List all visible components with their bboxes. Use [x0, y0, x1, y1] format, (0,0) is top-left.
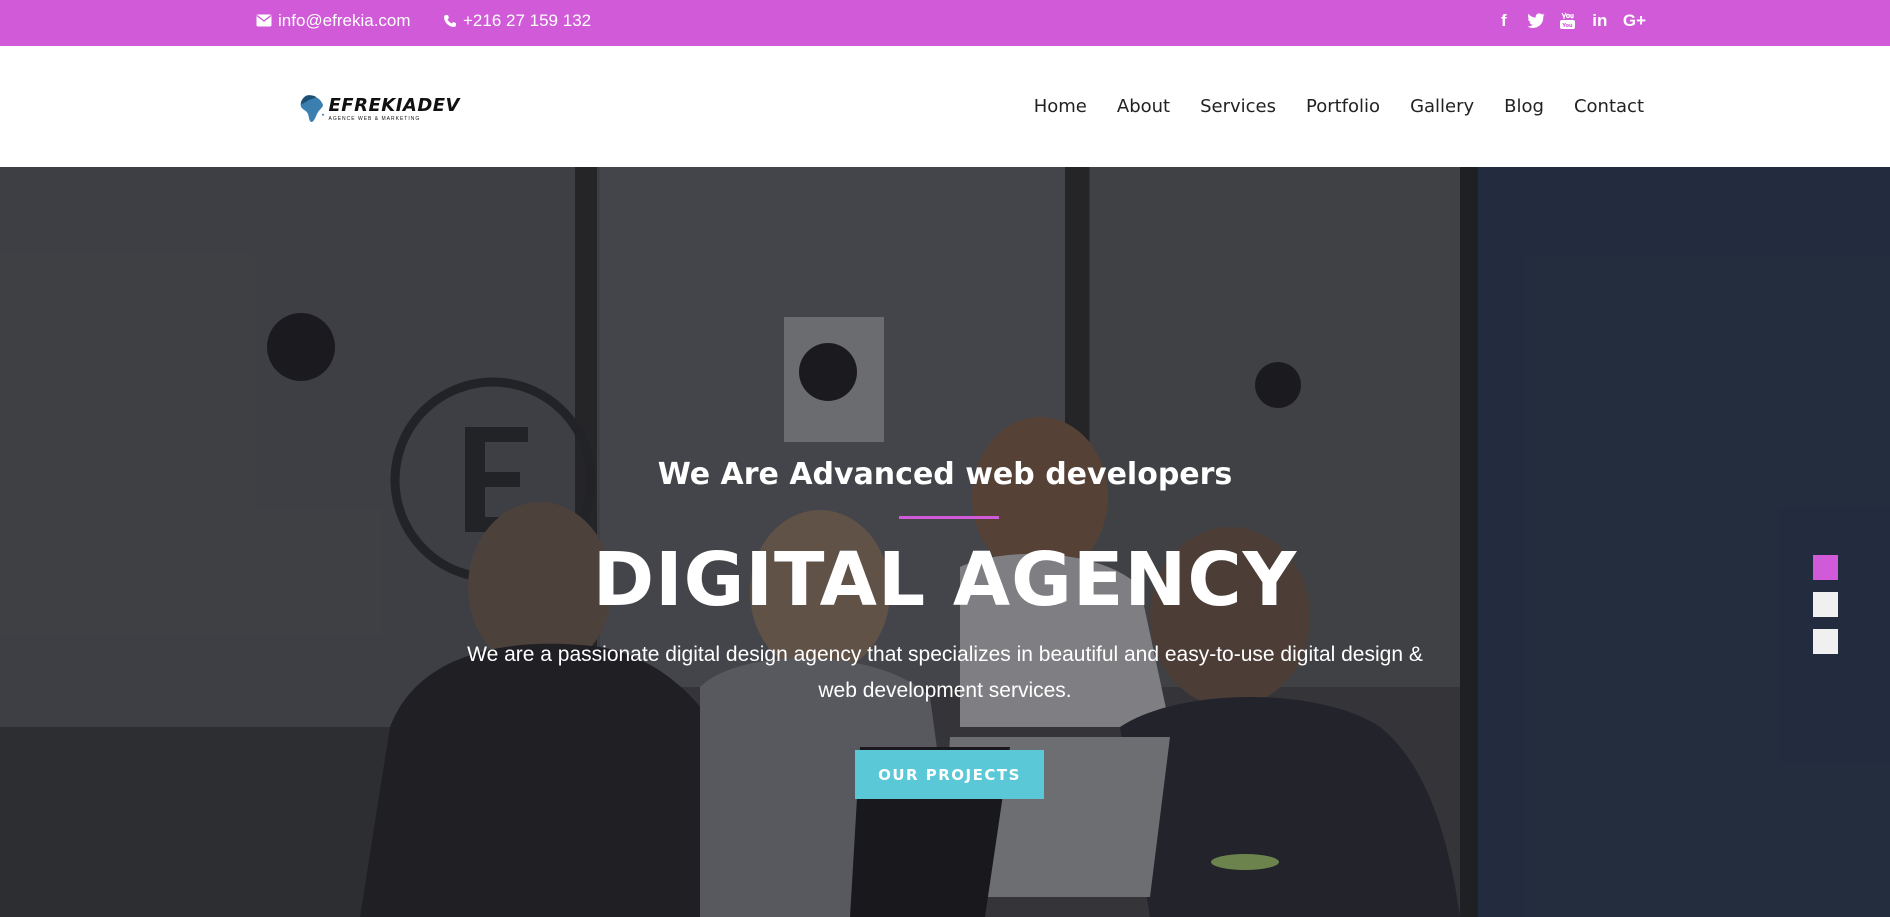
slide-dot-2[interactable]: [1813, 592, 1838, 617]
youtube-icon[interactable]: You: [1559, 11, 1577, 31]
slide-dot-3[interactable]: [1813, 629, 1838, 654]
google-plus-icon[interactable]: G+: [1623, 11, 1646, 31]
phone-icon: [444, 14, 456, 27]
slide-dot-1[interactable]: [1813, 555, 1838, 580]
site-logo[interactable]: EFREKIADEV AGENCE WEB & MARKETING: [300, 88, 460, 130]
nav-gallery[interactable]: Gallery: [1410, 96, 1474, 117]
nav-home[interactable]: Home: [1034, 96, 1087, 117]
hero-divider: [899, 516, 999, 519]
nav-services[interactable]: Services: [1200, 96, 1276, 117]
linkedin-icon[interactable]: in: [1591, 11, 1609, 31]
phone-link[interactable]: +216 27 159 132: [443, 0, 591, 41]
nav-blog[interactable]: Blog: [1504, 96, 1544, 117]
slider-pagination: [1813, 555, 1838, 654]
hero-content: We Are Advanced web developers DIGITAL A…: [0, 167, 1890, 917]
site-header: EFREKIADEV AGENCE WEB & MARKETING Home A…: [0, 46, 1890, 168]
twitter-icon[interactable]: [1527, 11, 1545, 31]
hero-title: DIGITAL AGENCY: [592, 537, 1298, 623]
phone-text: +216 27 159 132: [463, 10, 592, 30]
envelope-icon: [256, 14, 272, 27]
nav-contact[interactable]: Contact: [1574, 96, 1644, 117]
logo-name: EFREKIADEV: [328, 94, 460, 116]
africa-map-icon: [300, 95, 325, 122]
nav-portfolio[interactable]: Portfolio: [1306, 96, 1380, 117]
hero-description: We are a passionate digital design agenc…: [467, 643, 1423, 702]
nav-about[interactable]: About: [1117, 96, 1170, 117]
email-link[interactable]: info@efrekia.com: [256, 0, 411, 41]
logo-tagline: AGENCE WEB & MARKETING: [328, 115, 421, 122]
hero-slider: We Are Advanced web developers DIGITAL A…: [0, 167, 1890, 917]
email-text: info@efrekia.com: [278, 10, 411, 30]
svg-text:You: You: [1562, 23, 1574, 29]
top-contact-bar: info@efrekia.com +216 27 159 132 f You i…: [0, 0, 1890, 46]
hero-subtitle: We Are Advanced web developers: [657, 457, 1233, 492]
social-links: f You in G+: [1495, 0, 1646, 41]
our-projects-button[interactable]: OUR PROJECTS: [855, 750, 1044, 799]
main-nav: Home About Services Portfolio Gallery Bl…: [1034, 46, 1644, 167]
facebook-icon[interactable]: f: [1495, 11, 1513, 31]
